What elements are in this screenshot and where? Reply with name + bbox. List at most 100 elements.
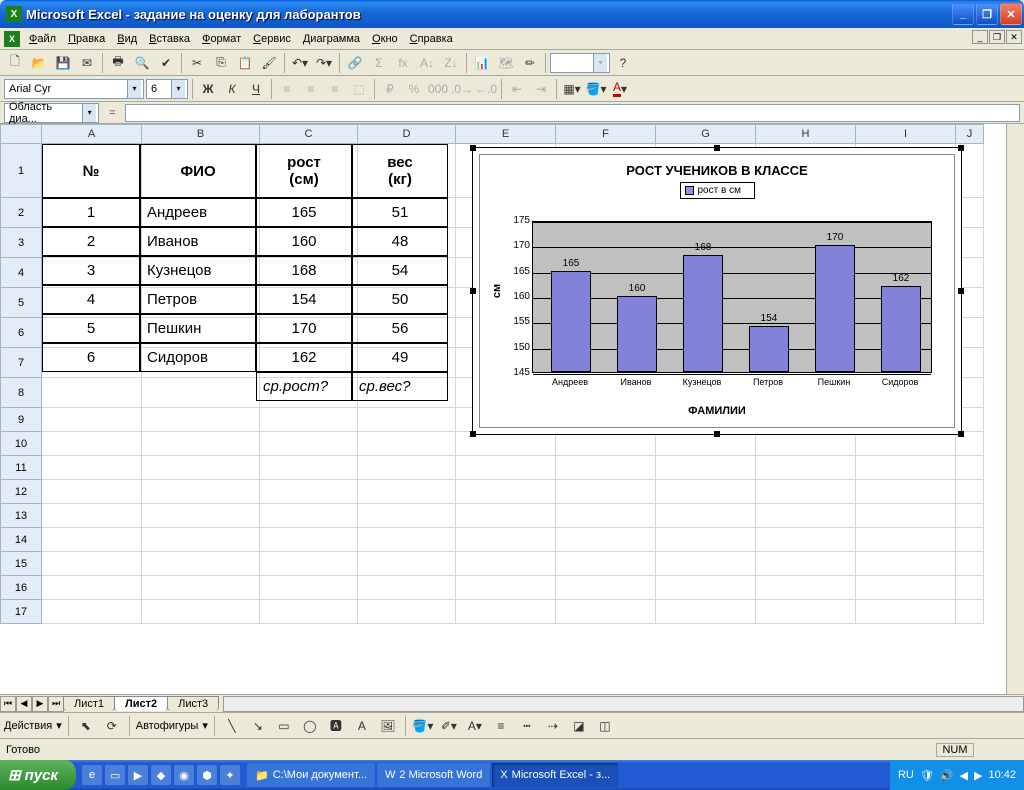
cell-F13[interactable]: [556, 504, 656, 528]
ql-ie-icon[interactable]: e: [82, 765, 102, 785]
cell-J16[interactable]: [956, 576, 984, 600]
cell-B14[interactable]: [142, 528, 260, 552]
cell-B10[interactable]: [142, 432, 260, 456]
bar-Кузнецов[interactable]: [683, 255, 723, 372]
task-Microsoft Excel - з...[interactable]: X Microsoft Excel - з...: [492, 763, 618, 787]
tab-first-icon[interactable]: ⏮: [0, 696, 16, 712]
minimize-button[interactable]: _: [952, 3, 974, 25]
align-left-icon[interactable]: ≡: [276, 78, 298, 100]
col-header-G[interactable]: G: [656, 124, 756, 144]
cell-G16[interactable]: [656, 576, 756, 600]
col-header-I[interactable]: I: [856, 124, 956, 144]
row-header-8[interactable]: 8: [0, 378, 42, 408]
col-header-H[interactable]: H: [756, 124, 856, 144]
col-header-B[interactable]: B: [142, 124, 260, 144]
undo-icon[interactable]: ↶▾: [289, 52, 311, 74]
cell-F15[interactable]: [556, 552, 656, 576]
underline-button[interactable]: Ч: [245, 78, 267, 100]
percent-icon[interactable]: %: [403, 78, 425, 100]
cell-E12[interactable]: [456, 480, 556, 504]
cell-D11[interactable]: [358, 456, 456, 480]
ql-media-icon[interactable]: ▶: [128, 765, 148, 785]
row-header-3[interactable]: 3: [0, 228, 42, 258]
tab-last-icon[interactable]: ⏭: [48, 696, 64, 712]
close-button[interactable]: ✕: [1000, 3, 1022, 25]
cell-B9[interactable]: [142, 408, 260, 432]
cell-D12[interactable]: [358, 480, 456, 504]
ql-app1-icon[interactable]: ◆: [151, 765, 171, 785]
cell-F10[interactable]: [556, 432, 656, 456]
textbox-icon[interactable]: 🅰: [325, 715, 347, 737]
function-icon[interactable]: fx: [392, 52, 414, 74]
row-header-1[interactable]: 1: [0, 144, 42, 198]
cell-D16[interactable]: [358, 576, 456, 600]
row-header-17[interactable]: 17: [0, 600, 42, 624]
redo-icon[interactable]: ↷▾: [313, 52, 335, 74]
tray-icon-3[interactable]: ◀: [960, 769, 968, 782]
row-header-10[interactable]: 10: [0, 432, 42, 456]
cell-B12[interactable]: [142, 480, 260, 504]
arrow-style-icon[interactable]: ⇢: [542, 715, 564, 737]
shadow-icon[interactable]: ◪: [568, 715, 590, 737]
map-icon[interactable]: 🗺: [495, 52, 517, 74]
cell-F16[interactable]: [556, 576, 656, 600]
row-header-2[interactable]: 2: [0, 198, 42, 228]
cell-H10[interactable]: [756, 432, 856, 456]
col-header-D[interactable]: D: [358, 124, 456, 144]
cell-E17[interactable]: [456, 600, 556, 624]
clipart-icon[interactable]: 🖼: [377, 715, 399, 737]
3d-icon[interactable]: ◫: [594, 715, 616, 737]
cell-C11[interactable]: [260, 456, 358, 480]
spell-icon[interactable]: ✔: [155, 52, 177, 74]
cell-D14[interactable]: [358, 528, 456, 552]
cell-D13[interactable]: [358, 504, 456, 528]
paste-icon[interactable]: 📋: [234, 52, 256, 74]
bold-button[interactable]: Ж: [197, 78, 219, 100]
currency-icon[interactable]: ₽: [379, 78, 401, 100]
inc-indent-icon[interactable]: ⇥: [530, 78, 552, 100]
cell-H11[interactable]: [756, 456, 856, 480]
bar-Андреев[interactable]: [551, 271, 591, 372]
cell-C15[interactable]: [260, 552, 358, 576]
cell-G17[interactable]: [656, 600, 756, 624]
cell-H16[interactable]: [756, 576, 856, 600]
cell-E11[interactable]: [456, 456, 556, 480]
cell-J12[interactable]: [956, 480, 984, 504]
cell-I17[interactable]: [856, 600, 956, 624]
inc-decimal-icon[interactable]: .0→: [451, 78, 473, 100]
start-button[interactable]: ⊞ пуск: [0, 760, 76, 790]
cell-A14[interactable]: [42, 528, 142, 552]
dec-indent-icon[interactable]: ⇤: [506, 78, 528, 100]
cell-J13[interactable]: [956, 504, 984, 528]
cell-C16[interactable]: [260, 576, 358, 600]
preview-icon[interactable]: 🔍: [131, 52, 153, 74]
open-icon[interactable]: 📂: [28, 52, 50, 74]
cell-A11[interactable]: [42, 456, 142, 480]
cell-D9[interactable]: [358, 408, 456, 432]
cell-A13[interactable]: [42, 504, 142, 528]
cell-B15[interactable]: [142, 552, 260, 576]
cell-A12[interactable]: [42, 480, 142, 504]
actions-menu[interactable]: Действия: [4, 720, 52, 732]
oval-icon[interactable]: ◯: [299, 715, 321, 737]
cell-G10[interactable]: [656, 432, 756, 456]
cell-C9[interactable]: [260, 408, 358, 432]
fontsize-combo[interactable]: 6▾: [146, 79, 188, 99]
copy-icon[interactable]: ⎘: [210, 52, 232, 74]
sort-asc-icon[interactable]: A↓: [416, 52, 438, 74]
arrow-icon[interactable]: ↘: [247, 715, 269, 737]
row-header-7[interactable]: 7: [0, 348, 42, 378]
cell-E15[interactable]: [456, 552, 556, 576]
cell-H14[interactable]: [756, 528, 856, 552]
row-header-9[interactable]: 9: [0, 408, 42, 432]
font-color-icon[interactable]: A▾: [609, 78, 631, 100]
cell-I14[interactable]: [856, 528, 956, 552]
cell-E13[interactable]: [456, 504, 556, 528]
menu-Формат[interactable]: Формат: [196, 31, 247, 47]
formula-input[interactable]: [125, 104, 1020, 122]
cell-H17[interactable]: [756, 600, 856, 624]
cell-C10[interactable]: [260, 432, 358, 456]
menu-Файл[interactable]: Файл: [23, 31, 62, 47]
cell-B11[interactable]: [142, 456, 260, 480]
row-header-11[interactable]: 11: [0, 456, 42, 480]
